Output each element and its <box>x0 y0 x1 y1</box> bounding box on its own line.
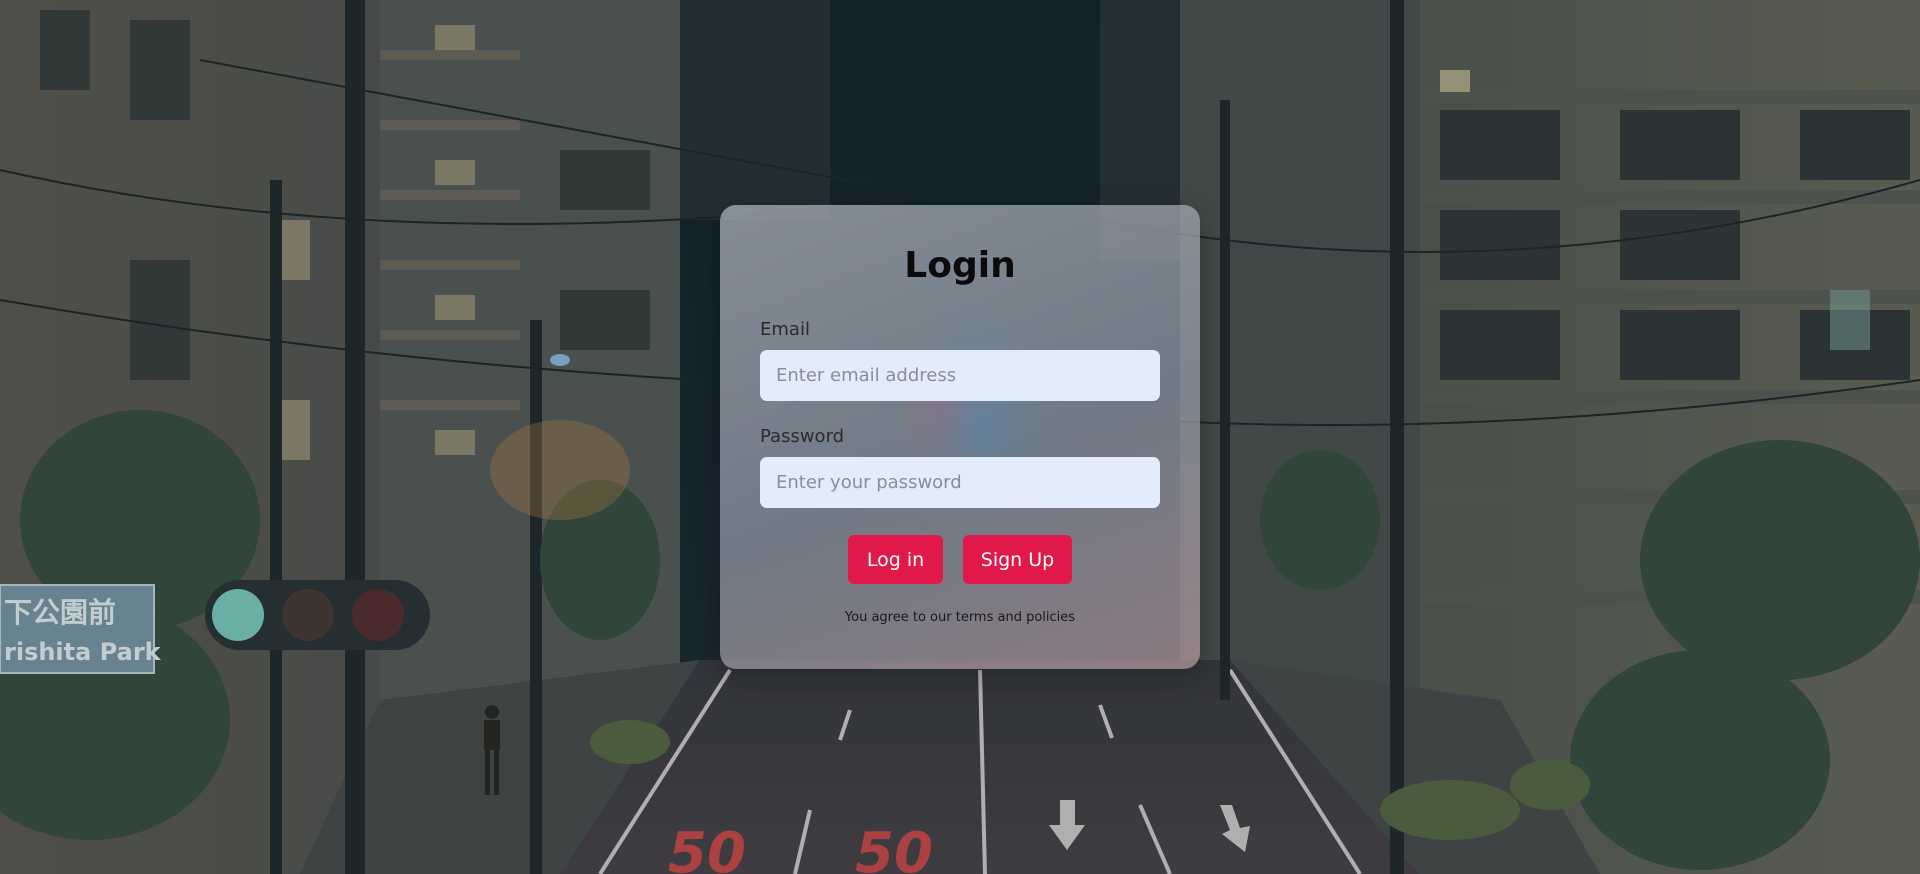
password-input[interactable] <box>760 457 1160 508</box>
login-card: Login Email Password Log in Sign Up You … <box>720 205 1200 669</box>
email-label: Email <box>760 319 810 340</box>
terms-text: You agree to our terms and policies <box>844 610 1076 625</box>
password-label: Password <box>760 426 845 447</box>
login-button[interactable]: Log in <box>848 535 943 584</box>
signup-button[interactable]: Sign Up <box>963 535 1072 584</box>
email-input[interactable] <box>760 350 1160 401</box>
login-title: Login <box>904 245 1016 286</box>
